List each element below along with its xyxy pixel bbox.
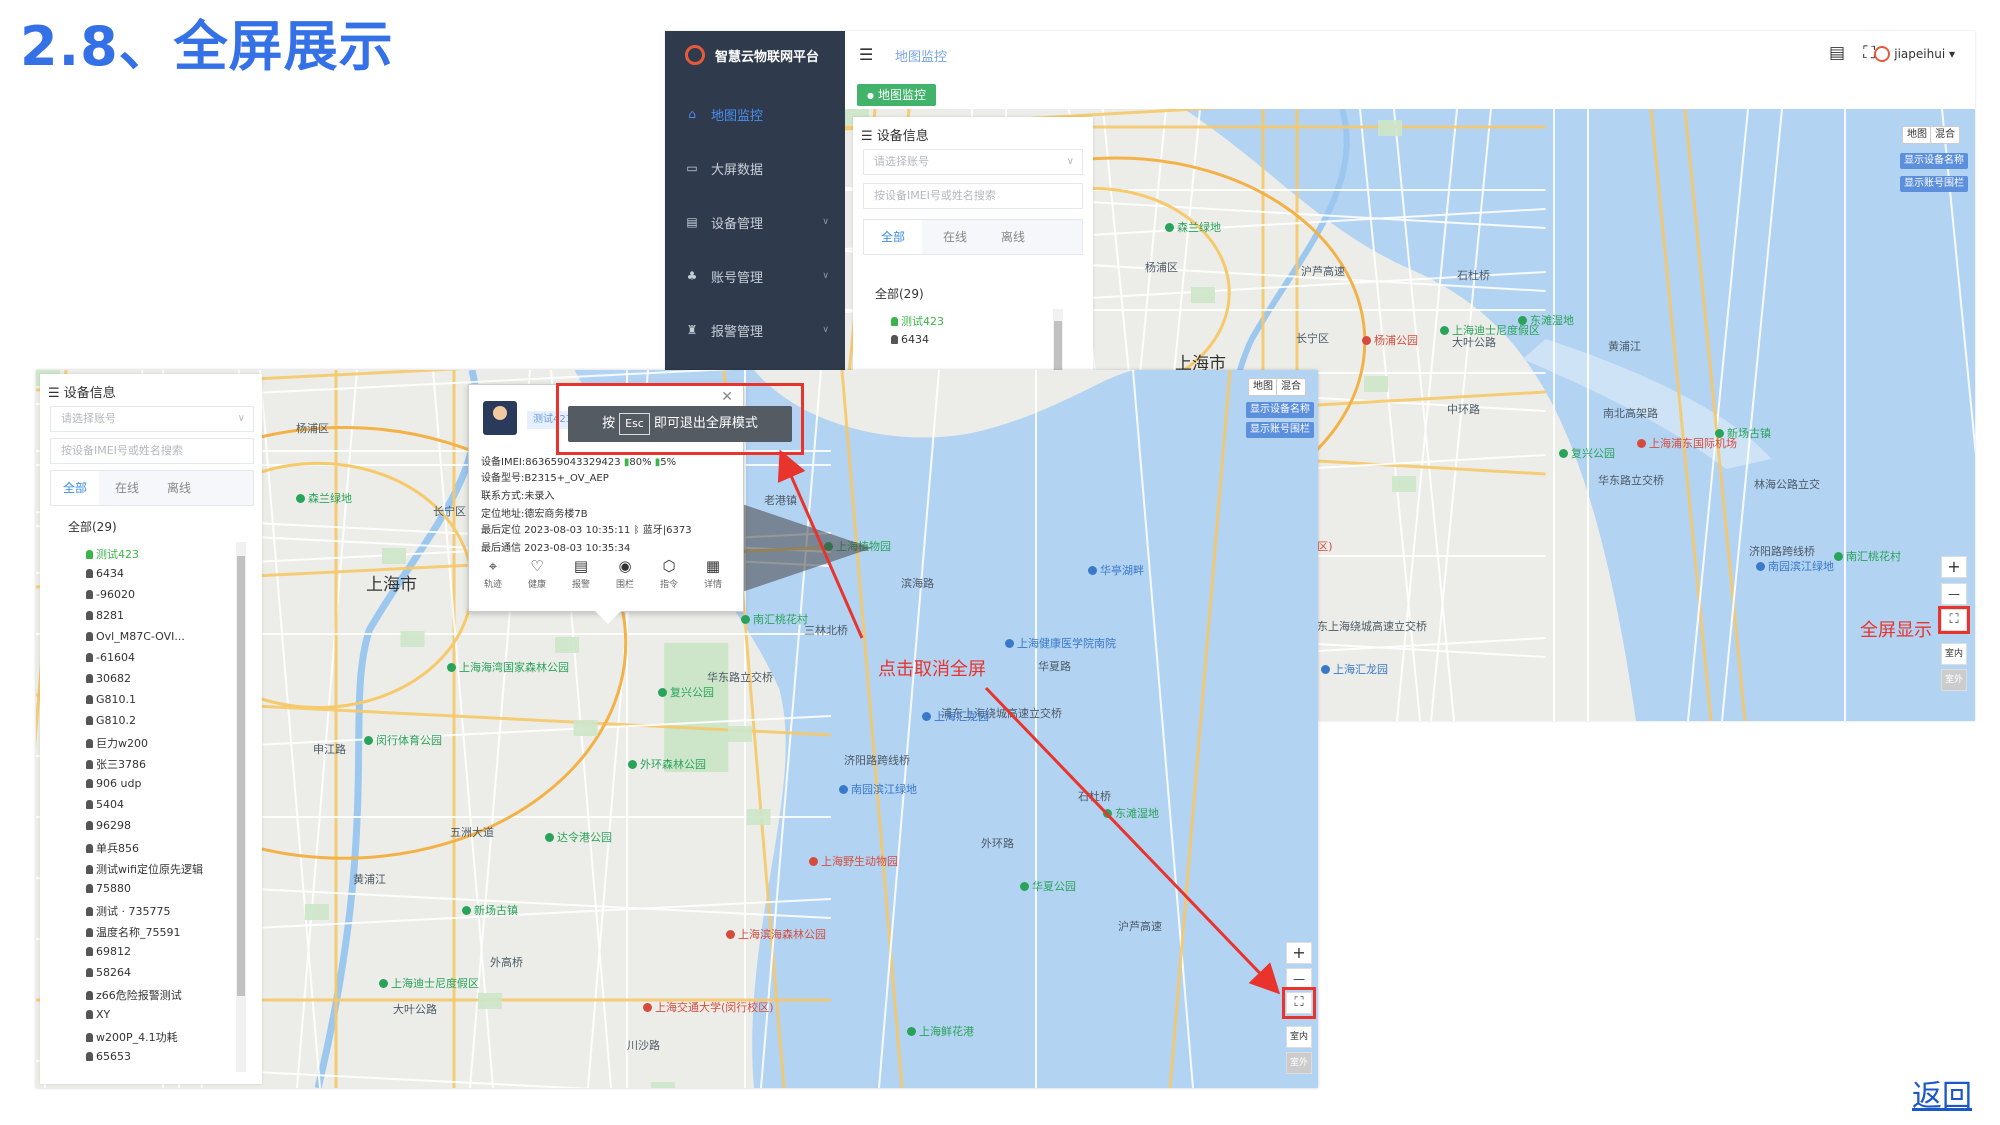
annotation-arrows [777,449,1281,995]
arrow-to-exit-button [984,686,1281,995]
arrow-to-esc-tip [777,449,864,639]
back-link[interactable]: 返回 [1912,1071,1972,1115]
